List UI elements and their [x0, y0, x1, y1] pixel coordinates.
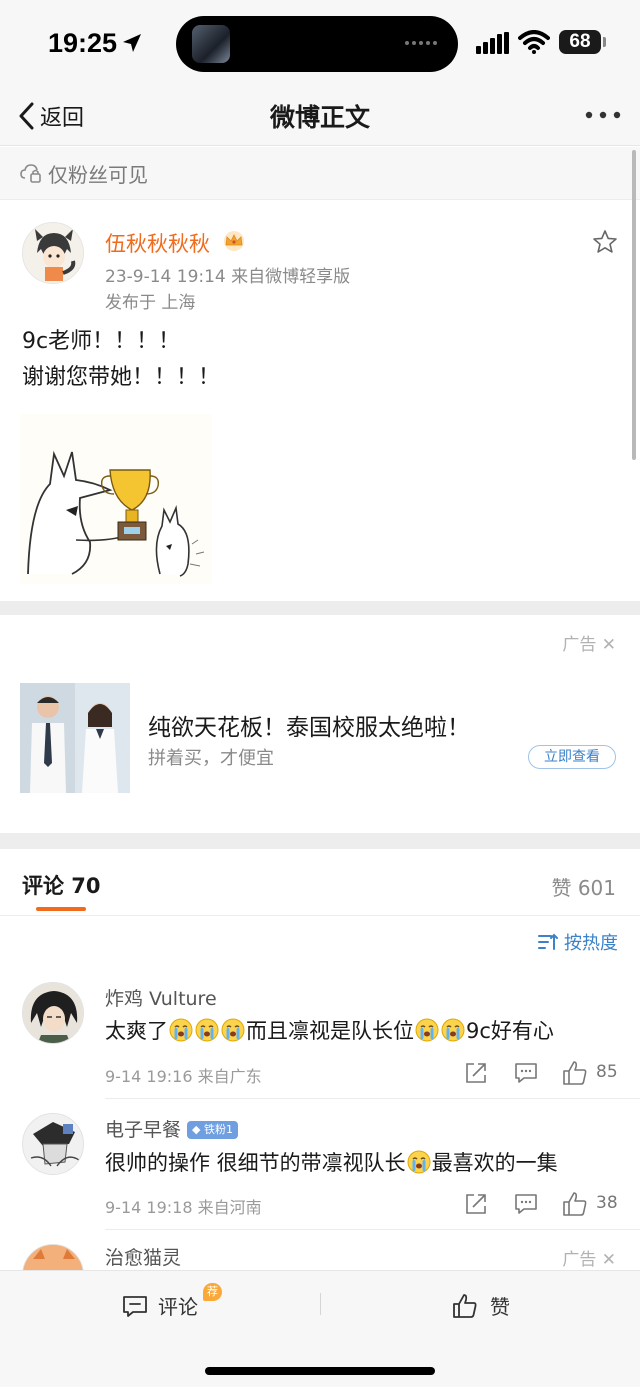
post-datetime-source: 23-9-14 19:14 来自微博轻享版 [105, 267, 351, 287]
comment-meta: 9-14 19:18 来自河南 [105, 1198, 262, 1217]
comment-actions: 38 [462, 1191, 622, 1217]
crying-emoji-icon [195, 1018, 219, 1042]
visibility-label: 仅粉丝可见 [48, 162, 148, 187]
tab-likes[interactable]: 赞 601 [551, 872, 616, 901]
battery-indicator: 68 [559, 30, 601, 54]
ad-label: 广告 [562, 1250, 597, 1270]
vip-crown-icon [224, 231, 244, 251]
commenter-avatar[interactable] [22, 1113, 84, 1175]
like-button[interactable]: 赞 [452, 1291, 510, 1320]
comment-divider [105, 1098, 640, 1099]
comment-meta: 9-14 19:16 来自广东 [105, 1067, 262, 1086]
reply-icon[interactable] [514, 1192, 538, 1216]
battery-tip [603, 37, 606, 47]
more-options-icon[interactable] [584, 110, 622, 120]
like-count: 85 [596, 1062, 618, 1082]
crying-emoji-icon [221, 1018, 245, 1042]
thumbs-up-icon[interactable] [562, 1060, 588, 1086]
comment-text: 太爽了 而且凛视是队长位 9c好有心 [105, 1018, 554, 1043]
section-separator [0, 833, 640, 849]
post-text-line: 9c老师！！！！ [22, 329, 181, 354]
post-image[interactable] [20, 414, 212, 584]
audio-waveform-icon [405, 41, 437, 45]
close-icon: ✕ [601, 1250, 616, 1270]
ad-image[interactable] [20, 683, 130, 793]
crying-emoji-icon [415, 1018, 439, 1042]
author-avatar[interactable] [22, 222, 84, 284]
post-text-line: 谢谢您带她！！！！ [22, 365, 221, 390]
bottom-bar-divider [320, 1293, 321, 1315]
favorite-star-icon[interactable] [592, 229, 618, 255]
status-bar: 19:25 68 [0, 0, 640, 88]
author-name[interactable]: 伍秋秋秋秋 [105, 228, 210, 258]
share-icon[interactable] [464, 1061, 488, 1085]
post-location: 发布于 上海 [105, 293, 196, 313]
navigation-bar: 返回 微博正文 [0, 88, 640, 146]
comment-button[interactable]: 评论 [122, 1291, 198, 1320]
like-count: 38 [596, 1193, 618, 1213]
crying-emoji-icon [441, 1018, 465, 1042]
share-icon[interactable] [464, 1192, 488, 1216]
comment-divider [105, 1229, 640, 1230]
thumbs-up-icon [453, 1293, 477, 1318]
tab-divider [0, 915, 640, 916]
wifi-icon [518, 30, 550, 54]
commenter-name[interactable]: 炸鸡 Vulture [105, 984, 217, 1011]
bottom-action-bar: 评论 荐 赞 [0, 1270, 640, 1387]
active-tab-indicator [36, 907, 86, 911]
status-time: 19:25 [48, 28, 118, 58]
commenter-name[interactable]: 电子早餐 ◆ 铁粉1 [105, 1115, 238, 1142]
lock-cloud-icon [20, 164, 41, 183]
sort-by-popularity-button[interactable]: 按热度 [538, 929, 618, 955]
crying-emoji-icon [407, 1150, 431, 1174]
ad-subtitle: 拼着买，才便宜 [148, 748, 274, 769]
scrollbar[interactable] [632, 150, 636, 460]
comment-button-label: 评论 [158, 1295, 198, 1319]
page-title: 微博正文 [269, 103, 370, 132]
sort-label: 按热度 [564, 933, 618, 954]
comment-icon [123, 1295, 147, 1317]
thumbs-up-icon[interactable] [562, 1191, 588, 1217]
fan-level-badge: ◆ 铁粉1 [187, 1121, 238, 1139]
ad-close-button[interactable]: 广告 ✕ [562, 1245, 616, 1270]
home-indicator[interactable] [205, 1367, 435, 1375]
visibility-notice: 仅粉丝可见 [0, 147, 640, 200]
reply-icon[interactable] [514, 1061, 538, 1085]
crying-emoji-icon [169, 1018, 193, 1042]
ad-title[interactable]: 纯欲天花板！泰国校服太绝啦！ [148, 708, 470, 742]
comment-actions: 85 [462, 1060, 622, 1086]
tab-comments[interactable]: 评论 70 [22, 870, 101, 900]
commenter-avatar[interactable] [22, 982, 84, 1044]
recommend-badge: 荐 [203, 1283, 222, 1301]
now-playing-thumbnail[interactable] [192, 25, 230, 63]
ad-close-button[interactable]: 广告 ✕ [562, 630, 616, 655]
dynamic-island[interactable] [176, 16, 458, 72]
section-separator [0, 601, 640, 615]
comment-text: 很帅的操作 很细节的带凛视队长 最喜欢的一集 [105, 1150, 558, 1175]
post-text: 9c老师！！！！ 谢谢您带她！！！！ [22, 324, 220, 396]
ad-view-button[interactable]: 立即查看 [528, 745, 616, 769]
close-icon: ✕ [601, 635, 616, 655]
commenter-name[interactable]: 治愈猫灵 [105, 1243, 181, 1270]
like-button-label: 赞 [490, 1295, 510, 1319]
ad-label: 广告 [562, 635, 597, 655]
location-arrow-icon [123, 34, 141, 52]
sort-icon [538, 933, 558, 950]
cellular-signal-icon [476, 32, 509, 54]
